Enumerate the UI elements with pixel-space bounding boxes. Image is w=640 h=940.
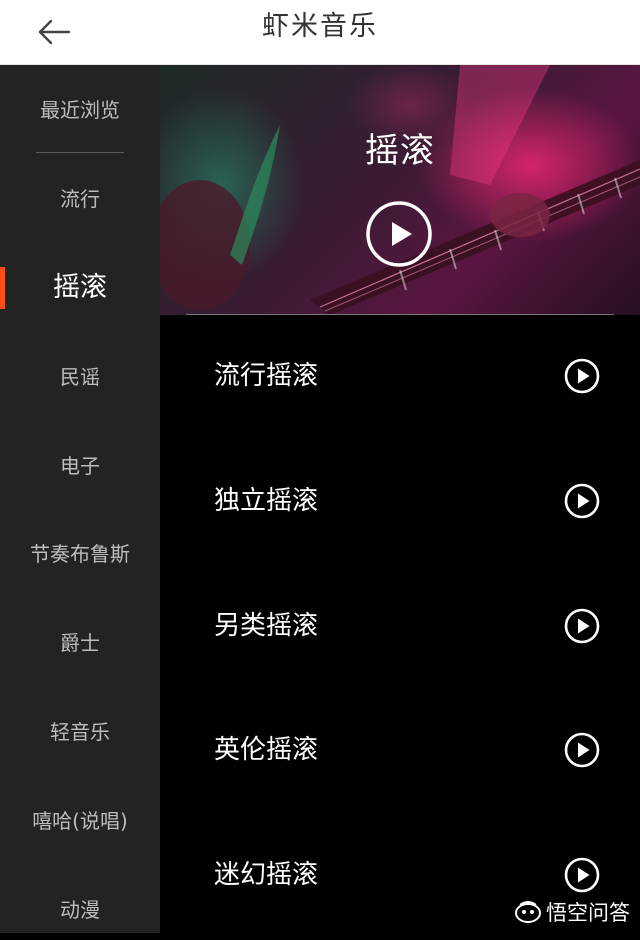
list-item-label: 另类摇滚 bbox=[214, 611, 319, 641]
list-item-label: 英伦摇滚 bbox=[214, 735, 319, 765]
sidebar-item-anime[interactable]: 动漫 bbox=[0, 880, 160, 940]
list-item-alternative-rock[interactable]: 另类摇滚 bbox=[160, 586, 640, 666]
sidebar-item-recent[interactable]: 最近浏览 bbox=[0, 80, 160, 140]
list-item-label: 独立摇滚 bbox=[214, 486, 319, 516]
sidebar-item-electronic[interactable]: 电子 bbox=[0, 436, 160, 496]
top-bar: 虾米音乐 bbox=[0, 0, 640, 65]
play-icon[interactable] bbox=[564, 857, 600, 893]
play-icon[interactable] bbox=[564, 483, 600, 519]
play-icon[interactable] bbox=[564, 608, 600, 644]
watermark: 悟空问答 bbox=[514, 897, 630, 927]
play-circle-icon[interactable] bbox=[365, 200, 433, 268]
play-icon[interactable] bbox=[564, 732, 600, 768]
sidebar-item-rock[interactable]: 摇滚 bbox=[0, 258, 160, 318]
list-item-label: 流行摇滚 bbox=[214, 361, 319, 391]
watermark-text: 悟空问答 bbox=[546, 901, 630, 925]
play-icon[interactable] bbox=[564, 358, 600, 394]
list-item-pop-rock[interactable]: 流行摇滚 bbox=[160, 336, 640, 416]
sidebar-item-rnb[interactable]: 节奏布鲁斯 bbox=[0, 524, 160, 584]
sidebar-divider bbox=[36, 152, 124, 153]
list-item-label: 迷幻摇滚 bbox=[214, 860, 319, 890]
sidebar-item-jazz[interactable]: 爵士 bbox=[0, 613, 160, 673]
sidebar-item-light-music[interactable]: 轻音乐 bbox=[0, 702, 160, 762]
app-title: 虾米音乐 bbox=[262, 11, 378, 42]
sidebar-item-pop[interactable]: 流行 bbox=[0, 169, 160, 229]
hero-divider bbox=[186, 314, 614, 315]
wukong-logo-icon bbox=[515, 901, 541, 923]
list-item-indie-rock[interactable]: 独立摇滚 bbox=[160, 461, 640, 541]
sidebar-item-hiphop[interactable]: 嘻哈(说唱) bbox=[0, 791, 160, 851]
main-content: 摇滚 流行摇滚 独立摇滚 另类摇滚 英伦摇滚 迷幻摇滚 bbox=[160, 65, 640, 933]
guitar-image bbox=[160, 65, 640, 315]
genre-sidebar: 最近浏览 流行 摇滚 民谣 电子 节奏布鲁斯 爵士 轻音乐 嘻哈(说唱) 动漫 bbox=[0, 65, 160, 933]
hero-banner[interactable]: 摇滚 bbox=[160, 65, 640, 315]
list-item-britpop[interactable]: 英伦摇滚 bbox=[160, 710, 640, 790]
hero-title: 摇滚 bbox=[365, 131, 435, 171]
sidebar-item-folk[interactable]: 民谣 bbox=[0, 347, 160, 407]
